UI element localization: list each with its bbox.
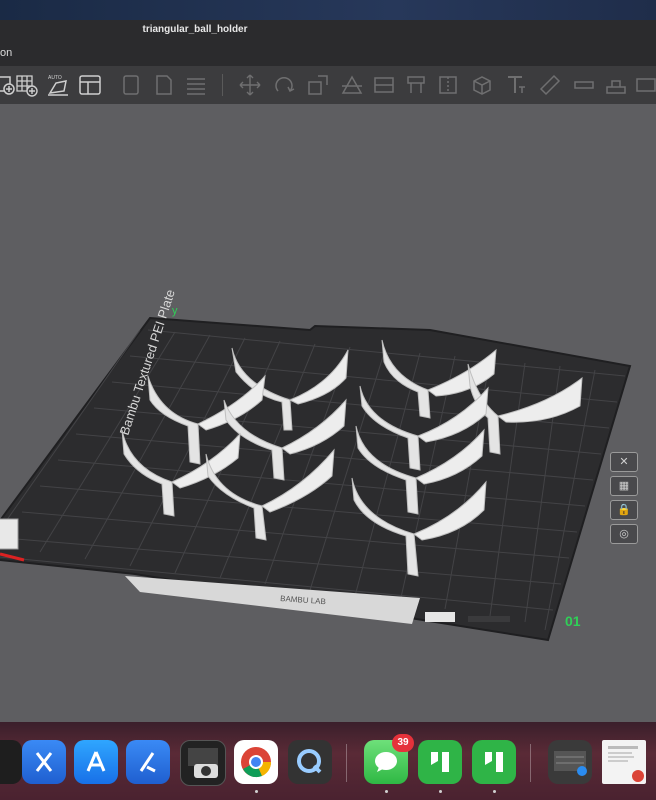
origin-widget: [0, 518, 19, 550]
plate-settings-icon[interactable]: ◎: [610, 524, 638, 544]
toolbar-divider: [222, 74, 223, 96]
auto-orient-icon[interactable]: AUTO: [46, 73, 70, 97]
xcode-icon[interactable]: [22, 740, 66, 784]
macos-dock: 39: [0, 728, 656, 798]
rotate-icon[interactable]: [272, 73, 296, 97]
menu-bar: on: [0, 42, 656, 66]
bambu-studio-icon[interactable]: [418, 740, 462, 784]
cut-icon[interactable]: [340, 73, 364, 97]
macos-top-bar: [0, 0, 656, 20]
lay-on-face-icon[interactable]: [372, 73, 396, 97]
messages-icon[interactable]: 39: [364, 734, 414, 784]
cube-icon[interactable]: [470, 73, 494, 97]
running-indicator: [439, 790, 442, 793]
plate-info-box: [425, 612, 455, 622]
menu-item[interactable]: on: [0, 47, 12, 59]
running-indicator: [385, 790, 388, 793]
axis-label: y: [172, 305, 178, 317]
photo-booth-icon[interactable]: [180, 740, 226, 786]
paste-icon[interactable]: [152, 73, 176, 97]
bambu-studio-window: triangular_ball_holder on AUTO BAMBU LAB…: [0, 20, 656, 722]
assembly-icon[interactable]: [604, 73, 628, 97]
quicktime-icon[interactable]: [288, 740, 332, 784]
window-title: triangular_ball_holder: [142, 24, 248, 35]
mission-control-icon[interactable]: [548, 740, 592, 784]
dock-separator-2: [530, 744, 531, 782]
arrange-grid-icon[interactable]: [14, 73, 38, 97]
messages-badge: 39: [392, 734, 414, 752]
dock-app-unknown[interactable]: [0, 740, 22, 784]
toolbar: AUTO: [0, 66, 656, 105]
bambu-studio-2-icon[interactable]: [472, 740, 516, 784]
more-tools-icon[interactable]: [634, 73, 656, 97]
delete-all-icon[interactable]: ✕: [610, 452, 638, 472]
layers-icon[interactable]: [184, 73, 208, 97]
running-indicator: [493, 790, 496, 793]
text-icon[interactable]: [504, 73, 528, 97]
3d-viewport[interactable]: BAMBU LAB Bambu Textured PEI Plate y 01: [0, 104, 656, 722]
copy-icon[interactable]: [120, 73, 144, 97]
viewport-side-tools: ✕ ▦ 🔒 ◎: [610, 452, 640, 548]
support-paint-icon[interactable]: [404, 73, 428, 97]
scale-icon[interactable]: [306, 73, 330, 97]
plate-number: 01: [565, 613, 581, 629]
move-icon[interactable]: [238, 73, 262, 97]
running-indicator: [255, 790, 258, 793]
document-preview-icon[interactable]: [602, 740, 646, 784]
plate-grid-icon[interactable]: ▦: [610, 476, 638, 496]
minus-icon[interactable]: [572, 73, 596, 97]
plate-info-marker: [468, 616, 510, 622]
layout-icon[interactable]: [78, 73, 102, 97]
dock-separator: [346, 744, 347, 782]
chrome-icon[interactable]: [234, 740, 278, 784]
svg-text:AUTO: AUTO: [48, 75, 62, 81]
title-bar: triangular_ball_holder: [0, 20, 656, 42]
seam-paint-icon[interactable]: [436, 73, 460, 97]
lock-plate-icon[interactable]: 🔒: [610, 500, 638, 520]
measure-icon[interactable]: [538, 73, 562, 97]
build-plate-scene: BAMBU LAB Bambu Textured PEI Plate y 01: [0, 287, 632, 642]
simulator-icon[interactable]: [126, 740, 170, 784]
app-store-icon[interactable]: [74, 740, 118, 784]
